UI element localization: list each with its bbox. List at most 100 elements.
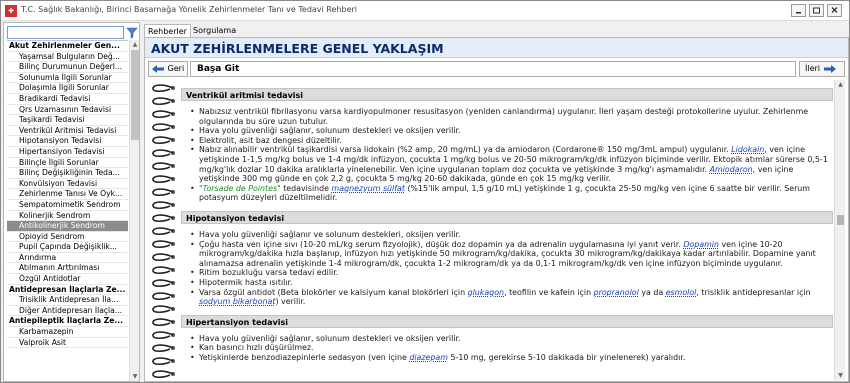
text-run: Hava yolu güvenliği sağlanır ve solunum … <box>199 229 461 239</box>
bullet-item: Nabız alınabilir ventrikül taşikardisi v… <box>181 145 833 183</box>
term-highlight: "Torsade de Pointes" <box>199 183 281 193</box>
text-run: Hava yolu güvenliği sağlanır, solunum de… <box>199 333 461 343</box>
bullet-item: Varsa özgül antidot (Beta blokörler ve k… <box>181 288 833 307</box>
text-run: Elektrolit, asit baz dengesi düzeltilir. <box>199 135 342 145</box>
drug-link[interactable]: glukagon <box>468 288 504 297</box>
tree-item[interactable]: Pupil Çapında Değişiklik... <box>7 242 128 253</box>
text-run: Varsa özgül antidot (Beta blokörler ve k… <box>199 287 468 297</box>
maximize-button[interactable] <box>809 4 824 17</box>
tree-item[interactable]: Bradikardi Tedavisi <box>7 94 128 105</box>
page-title: AKUT ZEHİRLENMELERE GENEL YAKLAŞIM <box>151 41 444 56</box>
text-run: tedavisinde <box>280 183 332 193</box>
tab-sorgulama[interactable]: Sorgulama <box>190 24 239 37</box>
document-body: Ventrikül aritmisi tedavisi Nabızsız vent… <box>181 80 833 380</box>
text-run: Kan basıncı hızlı düşürülmez. <box>199 343 314 353</box>
bullet-item: Nabızsız ventrikül fibrilasyonu varsa ka… <box>181 107 833 126</box>
page-header: AKUT ZEHİRLENMELERE GENEL YAKLAŞIM <box>145 38 848 58</box>
bullet-item: Yetişkinlerde benzodiazepinlerle sedasyo… <box>181 353 833 363</box>
text-run: Ritim bozukluğu varsa tedavi edilir. <box>199 268 339 278</box>
drug-link[interactable]: Lidokain <box>731 145 764 154</box>
text-run: ya da <box>638 287 666 297</box>
scrollbar-thumb[interactable] <box>837 215 844 225</box>
tree-item[interactable]: Trisiklik Antidepresan İla... <box>7 295 128 306</box>
tree-item[interactable]: Qrs Uzamasının Tedavisi <box>7 105 128 116</box>
bullet-list: Hava yolu güvenliği sağlanır, solunum de… <box>181 334 833 363</box>
app-window: ✚ T.C. Sağlık Bakanlığı, Birinci Basamağ… <box>0 0 850 383</box>
bullet-item: Hava yolu güvenliği sağlanır, solunum de… <box>181 126 833 136</box>
forward-button[interactable]: İleri <box>799 61 845 77</box>
section-heading: Hipertansiyon tedavisi <box>181 314 833 328</box>
forward-label: İleri <box>805 64 821 73</box>
back-label: Geri <box>167 64 185 73</box>
bullet-list: Hava yolu güvenliği sağlanır ve solunum … <box>181 230 833 307</box>
drug-link[interactable]: propranolol <box>594 288 639 297</box>
tree-item[interactable]: Solunumla İlgili Sorunlar <box>7 73 128 84</box>
tree-item[interactable]: Arındırma <box>7 253 128 264</box>
content-pane: AKUT ZEHİRLENMELERE GENEL YAKLAŞIM Geri … <box>144 37 849 382</box>
text-run: 5-10 mg, gerekirse 5-10 dakikada bir yin… <box>447 352 686 362</box>
bullet-item: "Torsade de Pointes" tedavisinde magnezy… <box>181 184 833 203</box>
app-logo-icon: ✚ <box>5 5 17 17</box>
text-run: Nabızsız ventrikül fibrilasyonu varsa ka… <box>199 107 809 126</box>
minimize-icon <box>796 12 801 14</box>
bullet-item: Kan basıncı hızlı düşürülmez. <box>181 343 833 353</box>
tree-item[interactable]: Antikolinerjik Sendrom <box>7 221 128 232</box>
tree-item[interactable]: Bilinçle İlgili Sorunlar <box>7 158 128 169</box>
back-button[interactable]: Geri <box>148 61 188 77</box>
scroll-down-icon[interactable]: ▼ <box>130 372 140 381</box>
tree-category[interactable]: Antiepileptik İlaçlarla Ze... <box>7 316 128 328</box>
tree-category[interactable]: Akut Zehirlenmeler Gen... <box>7 41 128 52</box>
search-field[interactable] <box>7 26 124 39</box>
bullet-item: Ritim bozukluğu varsa tedavi edilir. <box>181 268 833 278</box>
minimize-button[interactable] <box>791 4 806 17</box>
tree-item[interactable]: Taşikardi Tedavisi <box>7 115 128 126</box>
scroll-down-icon[interactable]: ▼ <box>835 371 846 380</box>
tree-item[interactable]: Ventrikül Aritmisi Tedavisi <box>7 126 128 137</box>
go-to-top-button[interactable]: Başa Git <box>190 61 796 77</box>
drug-link[interactable]: diazepam <box>409 353 448 362</box>
tree-item[interactable]: Valproik Asit <box>7 338 128 349</box>
drug-link[interactable]: Amiodaron <box>710 165 753 174</box>
title-bar: ✚ T.C. Sağlık Bakanlığı, Birinci Basamağ… <box>1 1 849 21</box>
search-input[interactable] <box>8 27 123 38</box>
document-view: Ventrikül aritmisi tedavisi Nabızsız vent… <box>148 80 833 380</box>
text-run: Çoğu hasta ven içine sıvı (10-20 mL/kg s… <box>199 239 684 249</box>
drug-link[interactable]: esmolol <box>666 288 697 297</box>
tree-item[interactable]: Diğer Antidepresan İlaçla... <box>7 306 128 317</box>
tree-item[interactable]: Karbamazepin <box>7 327 128 338</box>
tree-item[interactable]: Bilinç Değişikliğinin Teda... <box>7 168 128 179</box>
text-run: Hipotermik hasta ısıtılır. <box>199 277 293 287</box>
tree-item[interactable]: Yaşamsal Bulguların Değ... <box>7 52 128 63</box>
close-button[interactable] <box>827 4 842 17</box>
tree-item[interactable]: Dolaşımla İlgili Sorunlar <box>7 83 128 94</box>
tab-rehberler[interactable]: Rehberler <box>144 24 191 37</box>
bullet-item: Çoğu hasta ven içine sıvı (10-20 mL/kg s… <box>181 240 833 269</box>
document-scrollbar[interactable]: ▲ ▼ <box>834 80 845 380</box>
scroll-up-icon[interactable]: ▲ <box>130 40 140 49</box>
bullet-item: Elektrolit, asit baz dengesi düzeltilir. <box>181 136 833 146</box>
scroll-up-icon[interactable]: ▲ <box>835 80 846 89</box>
text-run: , trisiklik antidepresanlar için <box>696 287 811 297</box>
tree-item[interactable]: Zehirlenme Tanısı Ve Öyk... <box>7 189 128 200</box>
tree-item[interactable]: Sempatomimetik Sendrom <box>7 200 128 211</box>
tree-item[interactable]: Hipotansiyon Tedavisi <box>7 136 128 147</box>
drug-link[interactable]: sodyum bikarbonat <box>199 297 275 306</box>
tree-item[interactable]: Atılmanın Arttırılması <box>7 263 128 275</box>
drug-link[interactable]: magnezyum sülfat <box>332 184 405 193</box>
tree-item[interactable]: Hipertansiyon Tedavisi <box>7 147 128 158</box>
bullet-list: Nabızsız ventrikül fibrilasyonu varsa ka… <box>181 107 833 203</box>
tree-item[interactable]: Konvülsiyon Tedavisi <box>7 179 128 190</box>
text-run: Nabız alınabilir ventrikül taşikardisi v… <box>199 145 732 155</box>
scrollbar-thumb[interactable] <box>131 50 139 140</box>
tree-item[interactable]: Kolinerjik Sendrom <box>7 211 128 222</box>
tree-category[interactable]: Antidepresan İlaçlarla Ze... <box>7 285 128 296</box>
tree-item[interactable]: Bilinç Durumunun Değerl... <box>7 62 128 73</box>
filter-icon[interactable] <box>126 26 138 39</box>
sidebar-scrollbar[interactable]: ▲ ▼ <box>129 40 139 381</box>
nav-bar: Geri Başa Git İleri <box>148 61 845 77</box>
tree-item[interactable]: Özgül Antidotlar <box>7 274 128 285</box>
drug-link[interactable]: Dopamin <box>683 240 719 249</box>
tree-item[interactable]: Opioyid Sendrom <box>7 232 128 243</box>
restore-icon <box>813 7 820 14</box>
notebook-spiral-icon <box>152 84 175 379</box>
